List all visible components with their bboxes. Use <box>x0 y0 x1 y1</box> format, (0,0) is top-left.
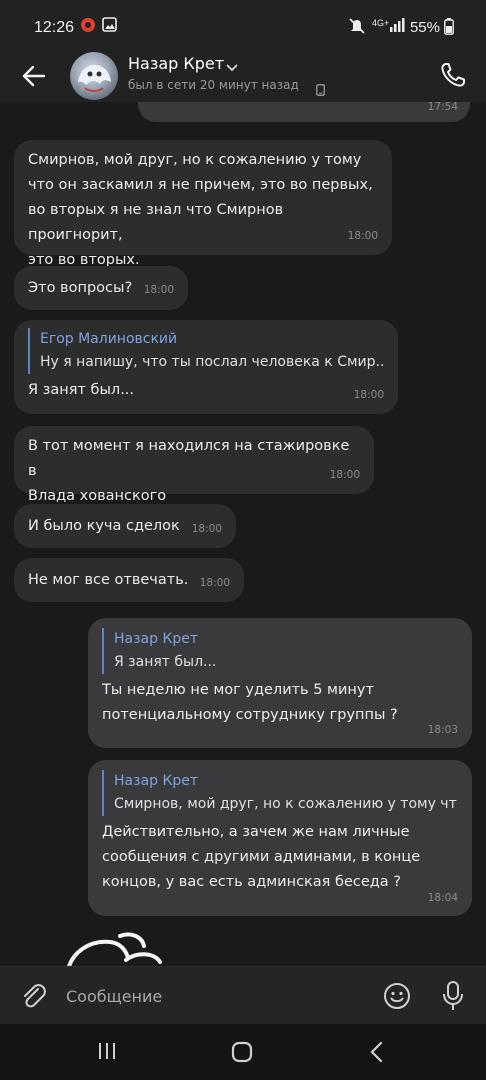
message-bubble[interactable]: В тот момент я находился на стажировке в… <box>14 426 374 504</box>
message-bubble[interactable]: Смирнов, мой друг, но к сожалению у тому… <box>14 140 392 268</box>
recent-apps-button[interactable] <box>96 1040 118 1066</box>
message-bubble[interactable]: Назар Крет Я занят был... Ты неделю не м… <box>88 618 472 748</box>
emoji-button[interactable] <box>382 981 412 1015</box>
message-time: 18:00 <box>329 469 360 481</box>
chat-header: Назар Крет был в сети 20 минут назад <box>0 52 486 102</box>
arrow-left-icon <box>22 65 46 87</box>
message-time: 18:00 <box>143 284 174 296</box>
smile-icon <box>384 983 410 1009</box>
avatar-image <box>78 64 111 92</box>
message-time: 18:03 <box>427 724 458 736</box>
contact-name[interactable]: Назар Крет <box>128 54 224 73</box>
gallery-notification-icon <box>102 17 117 36</box>
message-list[interactable]: 17:54 Смирнов, мой друг, но к сожалению … <box>0 102 486 966</box>
paperclip-icon <box>24 984 46 1008</box>
sticker-image <box>67 932 162 966</box>
reply-quote[interactable]: Назар Крет Смирнов, мой друг, но к сожал… <box>102 770 458 816</box>
status-bar: 12:26 4G+ 55% <box>0 0 486 52</box>
phone-icon <box>441 63 465 87</box>
message-input[interactable] <box>66 981 356 1011</box>
chevron-down-icon[interactable] <box>226 58 238 77</box>
quote-author: Назар Крет <box>114 631 199 647</box>
network-type: 4G+ <box>372 18 390 28</box>
message-bubble[interactable]: Назар Крет Смирнов, мой друг, но к сожал… <box>88 760 472 916</box>
attach-button[interactable] <box>18 981 48 1015</box>
message-time: 18:04 <box>427 892 458 904</box>
last-seen-status: был в сети 20 минут назад <box>128 78 299 92</box>
call-button[interactable] <box>438 60 468 90</box>
microphone-icon <box>443 981 463 1010</box>
mobile-device-icon <box>316 81 325 100</box>
message-text: Я занят был... <box>28 382 135 398</box>
sticker-partial[interactable] <box>60 930 170 966</box>
home-button[interactable] <box>230 1040 254 1068</box>
back-button[interactable] <box>16 58 52 94</box>
quote-text: Смирнов, мой друг, но к сожалению у тому… <box>114 796 458 812</box>
message-bubble-partial[interactable]: 17:54 <box>138 102 470 122</box>
battery-icon <box>444 18 454 39</box>
message-time: 17:54 <box>427 102 458 113</box>
message-time: 18:00 <box>191 523 222 535</box>
message-bubble[interactable]: Егор Малиновский Ну я напишу, что ты пос… <box>14 320 398 414</box>
message-time: 18:00 <box>199 577 230 589</box>
message-text: В тот момент я находился на стажировке в… <box>28 438 350 504</box>
message-bubble[interactable]: Не мог все отвечать. 18:00 <box>14 558 244 602</box>
quote-author: Назар Крет <box>114 773 199 789</box>
message-bubble[interactable]: И было куча сделок 18:00 <box>14 504 236 548</box>
reply-quote[interactable]: Егор Малиновский Ну я напишу, что ты пос… <box>28 328 384 374</box>
app-notification-icon <box>80 17 96 37</box>
quote-text: Я занят был... <box>114 654 217 670</box>
message-text: Действительно, а зачем же нам личные соо… <box>102 824 421 890</box>
voice-record-button[interactable] <box>440 979 466 1017</box>
system-back-button[interactable] <box>366 1040 388 1068</box>
reply-quote[interactable]: Назар Крет Я занят был... <box>102 628 458 674</box>
system-navigation-bar <box>0 1024 486 1080</box>
quote-text: Ну я напишу, что ты послал человека к См… <box>40 354 384 370</box>
message-composer <box>0 966 486 1024</box>
status-time: 12:26 <box>34 19 75 36</box>
battery-percent: 55% <box>409 19 440 36</box>
message-bubble[interactable]: Это вопросы? 18:00 <box>14 266 188 310</box>
signal-icon <box>388 17 406 37</box>
recent-apps-icon <box>99 1043 115 1059</box>
mute-icon <box>348 17 366 39</box>
message-text: Смирнов, мой друг, но к сожалению у тому… <box>28 152 373 268</box>
message-text: Ты неделю не мог уделить 5 минут потенци… <box>102 682 398 723</box>
chevron-left-icon <box>370 1041 383 1063</box>
message-time: 18:00 <box>353 389 384 401</box>
quote-author: Егор Малиновский <box>40 331 178 347</box>
message-time: 18:00 <box>347 230 378 242</box>
contact-avatar[interactable] <box>70 52 118 100</box>
home-icon <box>231 1041 253 1063</box>
